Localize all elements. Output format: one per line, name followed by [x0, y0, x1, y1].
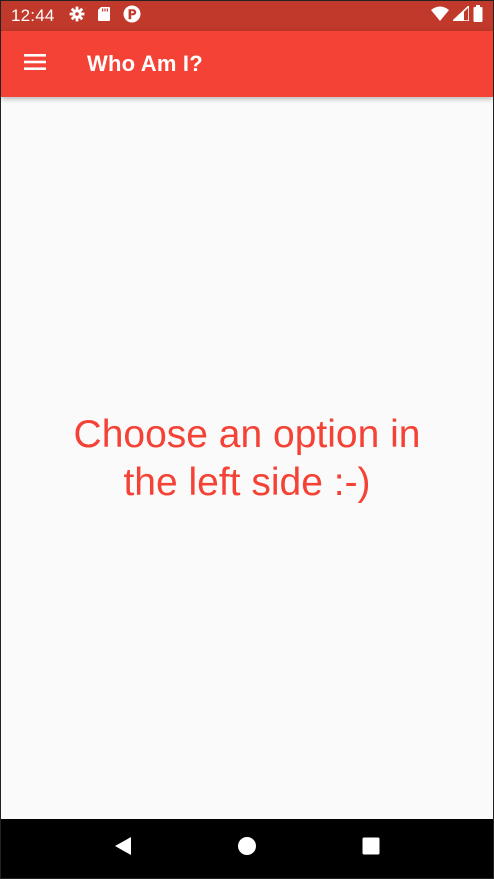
status-left-icons — [69, 5, 141, 28]
status-time: 12:44 — [11, 6, 55, 25]
wifi-icon — [431, 6, 449, 26]
cell-signal-icon — [450, 4, 470, 26]
menu-button[interactable] — [15, 44, 55, 84]
status-right-icons — [431, 4, 483, 27]
battery-icon — [473, 5, 483, 27]
app-notification-icon — [123, 5, 141, 28]
home-button[interactable] — [225, 827, 269, 871]
recents-button[interactable] — [349, 827, 393, 871]
back-button[interactable] — [101, 827, 145, 871]
back-icon — [114, 836, 132, 861]
system-nav-bar — [1, 819, 493, 878]
hamburger-menu-icon — [24, 53, 46, 75]
empty-state-message: Choose an option in the left side :-) — [73, 413, 421, 504]
main-content: Choose an option in the left side :-) — [1, 97, 493, 819]
page-title: Who Am I? — [87, 51, 203, 76]
sd-card-icon — [97, 6, 111, 27]
app-screen: 12:44 Who Am I? Choose an option in the … — [0, 0, 494, 879]
recents-icon — [362, 837, 380, 860]
status-bar: 12:44 — [1, 1, 493, 31]
app-bar: Who Am I? — [1, 31, 493, 97]
home-icon — [237, 836, 257, 861]
gear-icon — [69, 6, 85, 27]
